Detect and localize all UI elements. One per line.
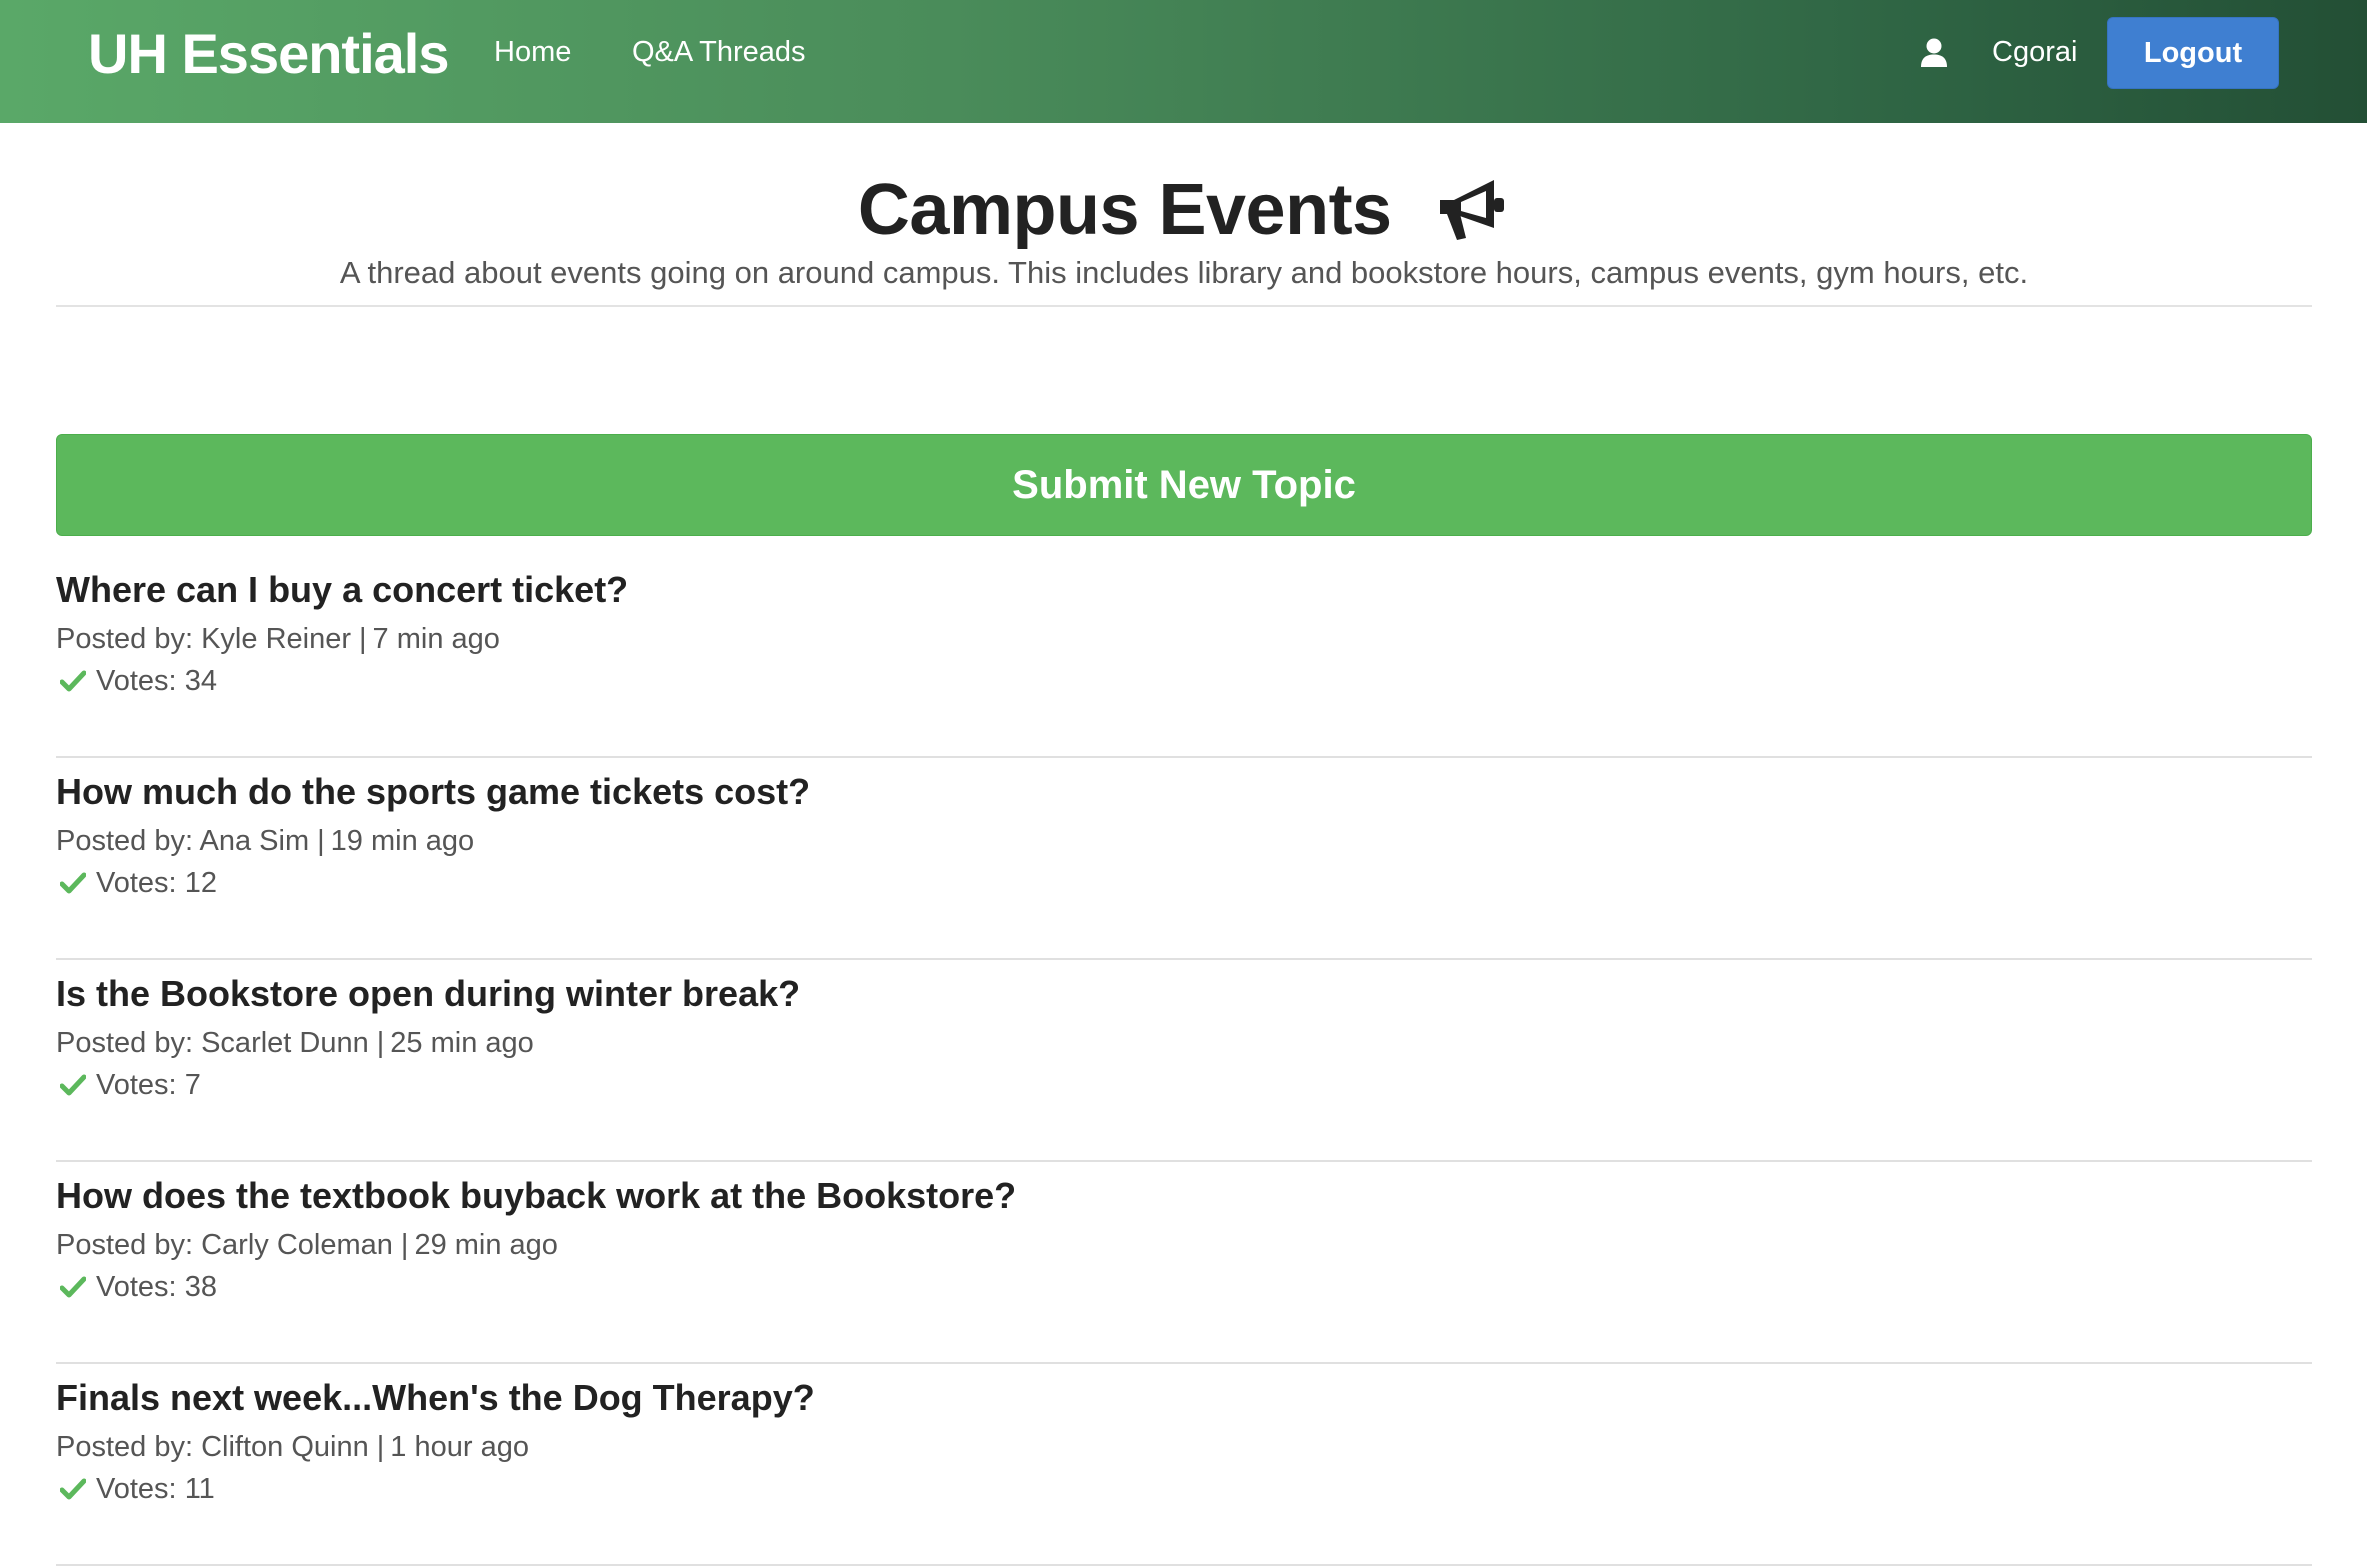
topic-meta: Posted by: Clifton Quinn | 1 hour ago bbox=[56, 1428, 529, 1466]
votes-count: 11 bbox=[184, 1473, 215, 1505]
topic-votes: Votes: 12 bbox=[56, 864, 217, 902]
navbar: UH Essentials Home Q&A Threads Cgorai Lo… bbox=[0, 0, 2367, 123]
separator: | bbox=[359, 623, 367, 655]
separator: | bbox=[376, 1027, 385, 1059]
check-icon bbox=[60, 1074, 86, 1096]
topic-author: Scarlet Dunn bbox=[201, 1027, 369, 1059]
posted-by-label: Posted by: bbox=[56, 1431, 194, 1463]
topic-author: Ana Sim bbox=[199, 825, 310, 857]
list-item: Finals next week...When's the Dog Therap… bbox=[56, 1364, 2312, 1566]
topic-meta: Posted by: Ana Sim | 19 min ago bbox=[56, 822, 474, 860]
topic-votes: Votes: 11 bbox=[56, 1470, 215, 1508]
topic-votes: Votes: 7 bbox=[56, 1066, 201, 1104]
topic-author: Kyle Reiner bbox=[201, 623, 351, 655]
check-icon bbox=[60, 1276, 86, 1298]
check-icon bbox=[60, 670, 86, 692]
votes-count: 38 bbox=[184, 1271, 217, 1303]
nav-link-home[interactable]: Home bbox=[494, 32, 571, 72]
page-subtitle: A thread about events going on around ca… bbox=[339, 255, 2029, 290]
list-item: How much do the sports game tickets cost… bbox=[56, 758, 2312, 960]
submit-new-topic-button[interactable]: Submit New Topic bbox=[56, 434, 2312, 536]
topic-author: Carly Coleman bbox=[201, 1229, 393, 1261]
topic-title-link[interactable]: Is the Bookstore open during winter brea… bbox=[56, 970, 800, 1018]
topic-time: 25 min ago bbox=[390, 1027, 534, 1059]
logout-button[interactable]: Logout bbox=[2107, 17, 2279, 89]
list-item: Where can I buy a concert ticket? Posted … bbox=[56, 556, 2312, 758]
topic-meta: Posted by: Kyle Reiner | 7 min ago bbox=[56, 620, 500, 658]
topic-time: 1 hour ago bbox=[390, 1431, 529, 1463]
topic-time: 29 min ago bbox=[414, 1229, 558, 1261]
votes-count: 12 bbox=[184, 867, 217, 899]
posted-by-label: Posted by: bbox=[56, 1027, 194, 1059]
topic-meta: Posted by: Carly Coleman | 29 min ago bbox=[56, 1226, 558, 1264]
brand-logo[interactable]: UH Essentials bbox=[88, 18, 449, 90]
votes-count: 34 bbox=[184, 665, 217, 697]
topic-time: 7 min ago bbox=[372, 623, 500, 655]
topic-time: 19 min ago bbox=[330, 825, 475, 857]
separator: | bbox=[400, 1229, 409, 1261]
user-icon bbox=[1921, 38, 1947, 67]
topic-votes: Votes: 34 bbox=[56, 662, 217, 700]
votes-label: Votes: bbox=[96, 665, 177, 697]
title-row: Campus Events bbox=[56, 168, 2312, 252]
votes-label: Votes: bbox=[96, 1473, 177, 1505]
posted-by-label: Posted by: bbox=[56, 825, 194, 857]
nav-link-qa-threads[interactable]: Q&A Threads bbox=[632, 32, 806, 72]
megaphone-icon bbox=[1440, 180, 1505, 240]
votes-label: Votes: bbox=[96, 1069, 177, 1101]
posted-by-label: Posted by: bbox=[56, 623, 194, 655]
username: Cgorai bbox=[1992, 36, 2078, 68]
topic-list: Where can I buy a concert ticket? Posted … bbox=[56, 556, 2312, 1566]
separator: | bbox=[376, 1431, 385, 1463]
topic-title-link[interactable]: How much do the sports game tickets cost… bbox=[56, 768, 810, 816]
check-icon bbox=[60, 1478, 86, 1500]
list-item: Is the Bookstore open during winter brea… bbox=[56, 960, 2312, 1162]
topic-author: Clifton Quinn bbox=[201, 1431, 369, 1463]
topic-title-link[interactable]: Where can I buy a concert ticket? bbox=[56, 566, 628, 614]
page-header: Campus Events A thread about events goin… bbox=[56, 123, 2312, 307]
topic-meta: Posted by: Scarlet Dunn | 25 min ago bbox=[56, 1024, 534, 1062]
votes-label: Votes: bbox=[96, 1271, 177, 1303]
list-item: How does the textbook buyback work at th… bbox=[56, 1162, 2312, 1364]
topic-votes: Votes: 38 bbox=[56, 1268, 217, 1306]
topic-title-link[interactable]: How does the textbook buyback work at th… bbox=[56, 1172, 1016, 1220]
posted-by-label: Posted by: bbox=[56, 1229, 194, 1261]
check-icon bbox=[60, 872, 86, 894]
page-title: Campus Events bbox=[857, 170, 1392, 250]
topic-title-link[interactable]: Finals next week...When's the Dog Therap… bbox=[56, 1374, 815, 1422]
separator: | bbox=[317, 825, 325, 857]
votes-label: Votes: bbox=[96, 867, 177, 899]
votes-count: 7 bbox=[184, 1069, 201, 1101]
